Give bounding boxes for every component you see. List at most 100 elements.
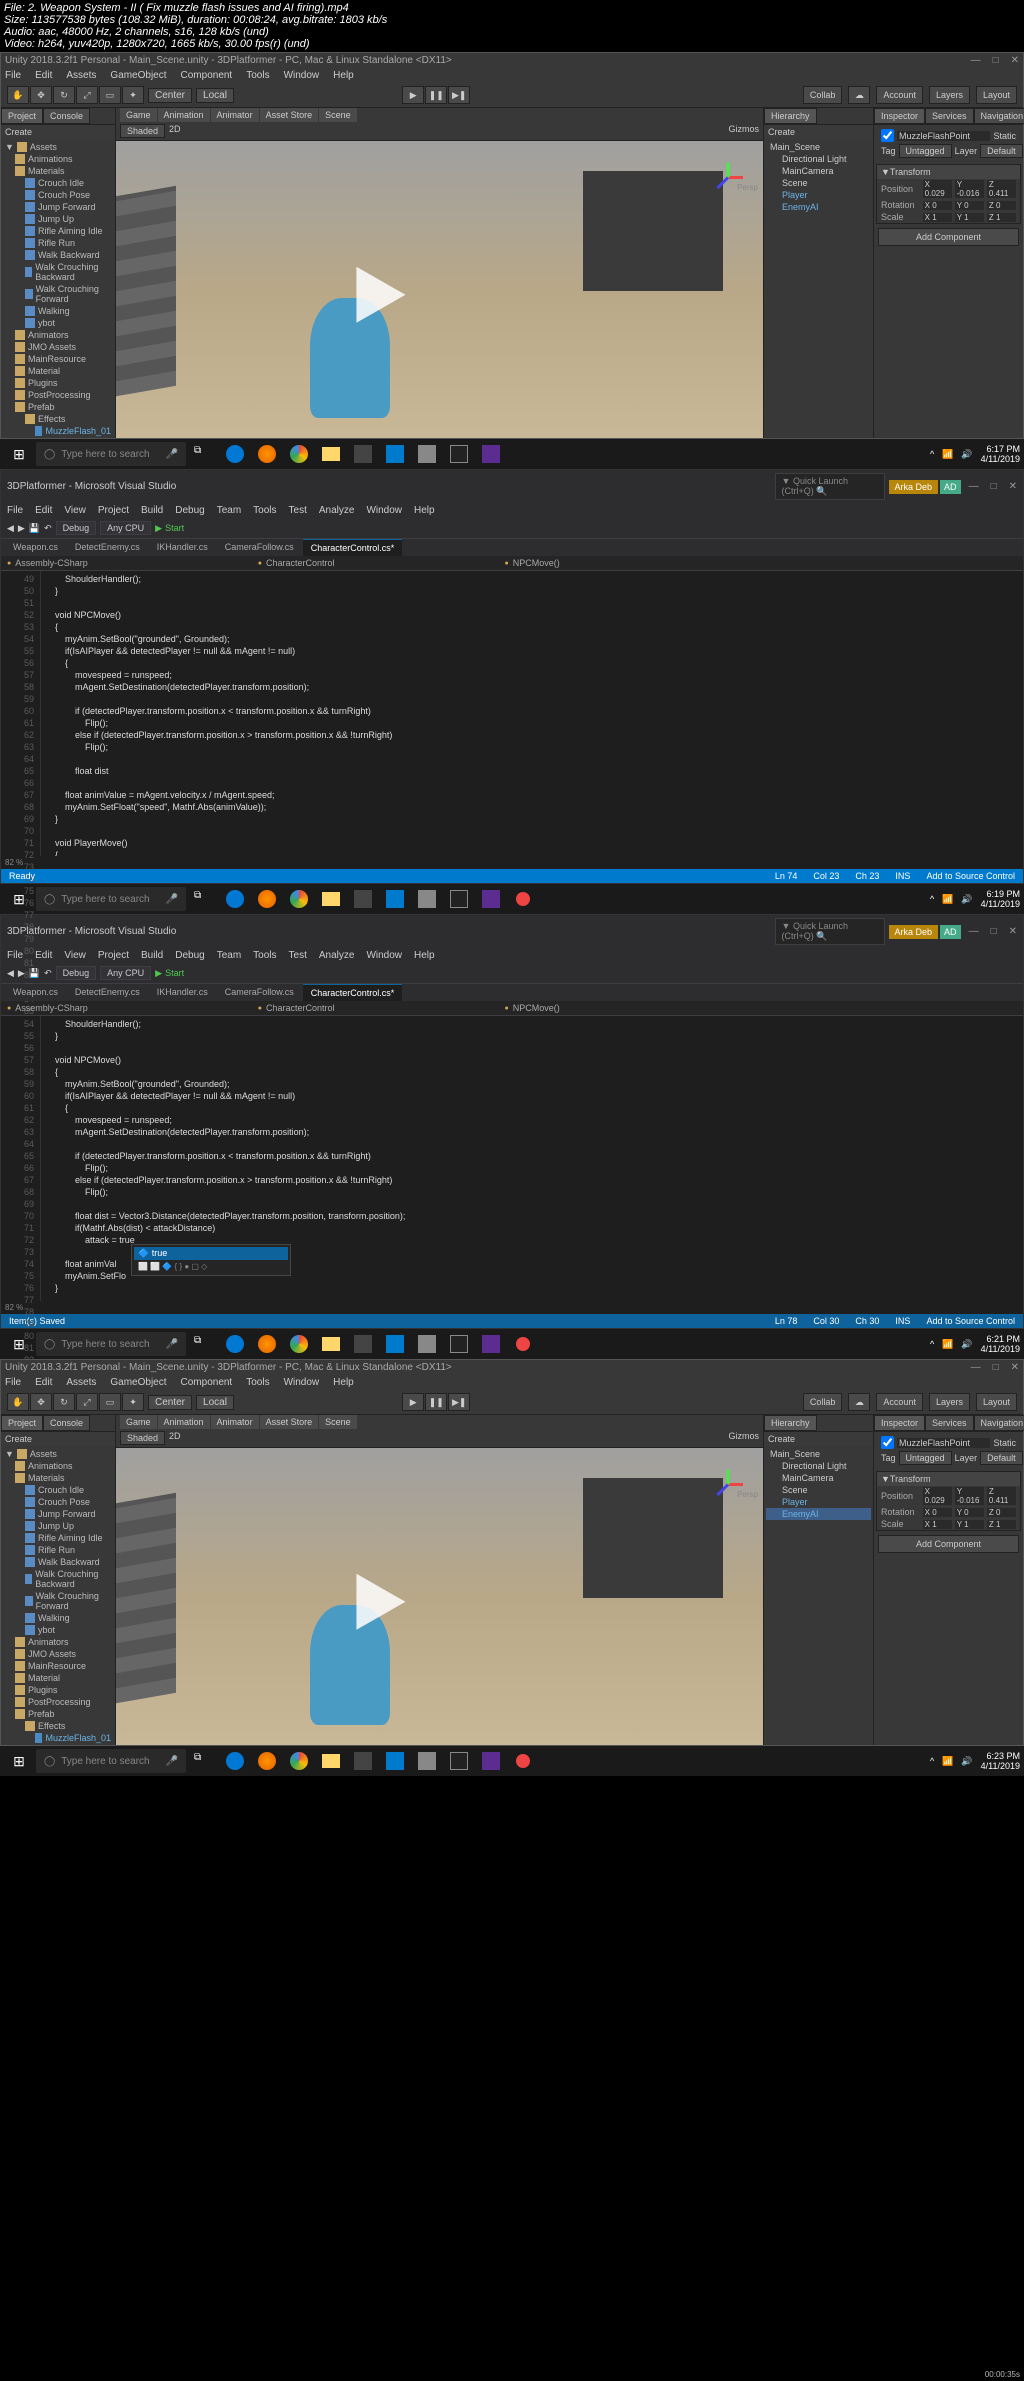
menu-gameobject[interactable]: GameObject <box>110 70 166 81</box>
hierarchy-item[interactable]: Scene <box>766 1484 871 1496</box>
scene-tab-asset-store[interactable]: Asset Store <box>260 108 319 122</box>
move-tool[interactable]: ✥ <box>30 1393 52 1411</box>
move-tool[interactable]: ✥ <box>30 86 52 104</box>
back-icon[interactable]: ◀ <box>7 968 14 979</box>
system-tray[interactable]: ^ 📶 🔊 6:21 PM 4/11/2019 <box>930 1334 1020 1354</box>
tree-item[interactable]: Plugins <box>3 1684 113 1696</box>
search-box[interactable]: ◯ Type here to search🎤 <box>36 1332 186 1356</box>
menu-edit[interactable]: Edit <box>35 505 52 516</box>
chrome-icon[interactable] <box>285 885 313 913</box>
maximize-icon[interactable]: □ <box>991 926 997 937</box>
save-icon[interactable]: 💾 <box>29 523 40 534</box>
play-button[interactable]: ▶ <box>402 1393 424 1411</box>
file-tab[interactable]: IKHandler.cs <box>149 984 216 1001</box>
vscode-icon[interactable] <box>381 885 409 913</box>
user-badge[interactable]: Arka Deb <box>889 925 939 939</box>
scl-x[interactable]: X 1 <box>923 1520 952 1529</box>
file-tab[interactable]: DetectEnemy.cs <box>67 539 148 556</box>
menu-gameobject[interactable]: GameObject <box>110 1377 166 1388</box>
transform-header[interactable]: ▼ Transform <box>877 165 1020 179</box>
play-button[interactable]: ▶ <box>402 86 424 104</box>
scl-y[interactable]: Y 1 <box>955 213 984 222</box>
scene-tab-game[interactable]: Game <box>120 1415 157 1429</box>
scene-view[interactable]: Persp <box>116 141 763 438</box>
code-line[interactable]: movespeed = runspeed; <box>45 669 1019 681</box>
hierarchy-item[interactable]: Player <box>766 1496 871 1508</box>
rect-tool[interactable]: ▭ <box>99 86 121 104</box>
minimize-icon[interactable]: — <box>969 481 979 492</box>
vscode-icon[interactable] <box>381 1330 409 1358</box>
app-icon[interactable] <box>349 1330 377 1358</box>
tree-item[interactable]: Crouch Pose <box>3 189 113 201</box>
task-view-icon[interactable]: ⧉ <box>189 1330 217 1358</box>
tree-item[interactable]: Walk Crouching Backward <box>3 261 113 283</box>
windows-start-button[interactable]: ⊞ <box>4 884 34 914</box>
scale-tool[interactable]: ⤢ <box>76 1393 98 1411</box>
maximize-icon[interactable]: □ <box>991 481 997 492</box>
tree-item[interactable]: Walking <box>3 1612 113 1624</box>
edge-icon[interactable] <box>221 1330 249 1358</box>
hierarchy-item[interactable]: Main_Scene <box>766 1448 871 1460</box>
code-line[interactable]: } <box>45 1282 1019 1294</box>
inspector-tab-inspector[interactable]: Inspector <box>874 108 925 124</box>
rot-y[interactable]: Y 0 <box>955 201 984 210</box>
edge-icon[interactable] <box>221 1747 249 1775</box>
minimize-icon[interactable]: — <box>971 55 981 66</box>
code-line[interactable]: Flip(); <box>45 717 1019 729</box>
rect-tool[interactable]: ▭ <box>99 1393 121 1411</box>
menu-project[interactable]: Project <box>98 505 129 516</box>
code-line[interactable]: Flip(); <box>45 1162 1019 1174</box>
hierarchy-item[interactable]: MainCamera <box>766 165 871 177</box>
minimize-icon[interactable]: — <box>969 926 979 937</box>
wifi-icon[interactable]: 📶 <box>942 1756 953 1767</box>
code-line[interactable]: float dist <box>45 765 1019 777</box>
menu-tools[interactable]: Tools <box>246 70 269 81</box>
tag-dropdown[interactable]: Untagged <box>899 144 952 158</box>
search-box[interactable]: ◯ Type here to search🎤 <box>36 442 186 466</box>
config-dropdown[interactable]: Debug <box>56 966 97 980</box>
scene-tab-game[interactable]: Game <box>120 108 157 122</box>
orientation-gizmo[interactable] <box>703 1458 753 1508</box>
console-tab[interactable]: Console <box>43 108 90 124</box>
code-line[interactable]: { <box>45 1102 1019 1114</box>
tree-item[interactable]: MainResource <box>3 1660 113 1672</box>
hierarchy-item[interactable]: EnemyAI <box>766 1508 871 1520</box>
menu-window[interactable]: Window <box>284 70 320 81</box>
user-initials[interactable]: AD <box>940 925 961 939</box>
inspector-tab-navigation[interactable]: Navigation <box>974 108 1024 124</box>
tree-item[interactable]: Prefab <box>3 401 113 413</box>
code-line[interactable]: if(IsAIPlayer && detectedPlayer != null … <box>45 1090 1019 1102</box>
layers-dropdown[interactable]: Layers <box>929 86 970 104</box>
pause-button[interactable]: ❚❚ <box>425 86 447 104</box>
code-line[interactable]: { <box>45 849 1019 856</box>
scene-tab-animator[interactable]: Animator <box>211 108 259 122</box>
code-editor[interactable]: 4950515253545556575859606162636465666768… <box>1 571 1023 856</box>
close-icon[interactable]: ✕ <box>1009 926 1017 937</box>
2d-toggle[interactable]: 2D <box>169 1431 181 1445</box>
asset-tree[interactable]: ▼Assets AnimationsMaterialsCrouch IdleCr… <box>1 139 115 438</box>
tree-item[interactable]: Walking <box>3 305 113 317</box>
task-view-icon[interactable]: ⧉ <box>189 885 217 913</box>
windows-start-button[interactable]: ⊞ <box>4 1746 34 1776</box>
explorer-icon[interactable] <box>317 1330 345 1358</box>
static-label[interactable]: Static <box>993 131 1016 141</box>
menu-component[interactable]: Component <box>181 1377 233 1388</box>
tree-item[interactable]: Rifle Aiming Idle <box>3 225 113 237</box>
wifi-icon[interactable]: 📶 <box>942 449 953 460</box>
project-tab[interactable]: Project <box>1 1415 43 1431</box>
code-line[interactable]: Flip(); <box>45 741 1019 753</box>
code-line[interactable]: void NPCMove() <box>45 609 1019 621</box>
intellisense-popup[interactable]: 🔷 true ⬜ ⬜ 🔷 { } ● ▢ ◇ <box>131 1244 291 1276</box>
volume-icon[interactable]: 🔊 <box>961 449 972 460</box>
code-line[interactable]: myAnim.SetBool("grounded", Grounded); <box>45 633 1019 645</box>
save-icon[interactable]: 💾 <box>29 968 40 979</box>
tree-item[interactable]: Animations <box>3 153 113 165</box>
tree-item[interactable]: Crouch Idle <box>3 177 113 189</box>
create-dropdown[interactable]: Create <box>768 1434 795 1444</box>
volume-icon[interactable]: 🔊 <box>961 1339 972 1350</box>
vs-icon[interactable] <box>477 1330 505 1358</box>
code-lines[interactable]: ShoulderHandler(); } void NPCMove() { my… <box>41 571 1023 856</box>
create-dropdown[interactable]: Create <box>5 127 32 137</box>
hierarchy-item[interactable]: EnemyAI <box>766 201 871 213</box>
menu-view[interactable]: View <box>64 950 86 961</box>
